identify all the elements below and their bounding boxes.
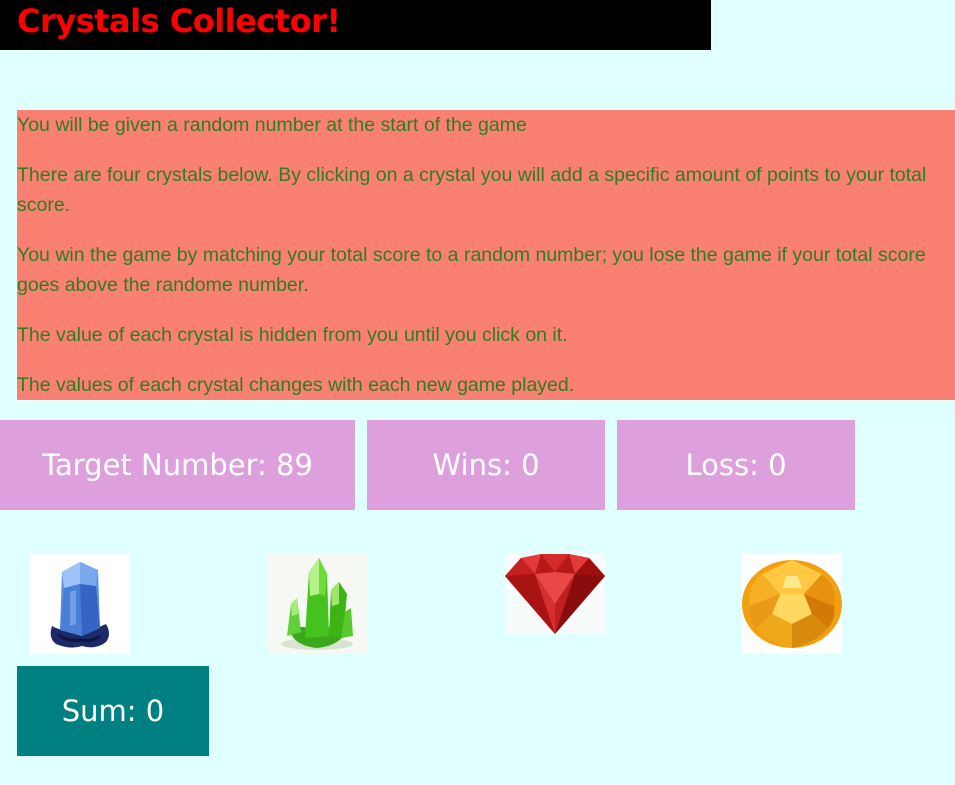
red-gem-button[interactable] (505, 554, 605, 634)
green-crystal-button[interactable] (267, 554, 367, 654)
instructions-panel: You will be given a random number at the… (17, 110, 955, 400)
green-crystal-icon (267, 554, 367, 654)
instruction-text: The values of each crystal changes with … (17, 374, 575, 396)
loss-box: Loss: 0 (617, 420, 855, 510)
instruction-text: You will be given a random number at the… (17, 114, 527, 136)
blue-crystal-icon (30, 554, 130, 654)
yellow-gem-button[interactable] (742, 554, 842, 654)
blue-crystal-button[interactable] (30, 554, 130, 654)
sum-box: Sum: 0 (17, 666, 209, 756)
sum-value: 0 (145, 694, 165, 728)
title-bar: Crystals Collector! (0, 0, 711, 50)
instruction-text: The value of each crystal is hidden from… (17, 324, 568, 346)
instruction-text: There are four crystals below. By clicki… (17, 164, 927, 216)
wins-value: 0 (521, 448, 540, 482)
target-number-box: Target Number: 89 (0, 420, 355, 510)
wins-label: Wins: (432, 448, 512, 482)
page-title: Crystals Collector! (17, 2, 341, 40)
yellow-gem-icon (742, 554, 842, 654)
loss-value: 0 (768, 448, 787, 482)
target-number-label: Target Number: (42, 448, 267, 482)
red-gem-icon (505, 554, 605, 634)
sum-label: Sum: (61, 694, 137, 728)
wins-box: Wins: 0 (367, 420, 605, 510)
loss-label: Loss: (685, 448, 759, 482)
target-number-value: 89 (276, 448, 313, 482)
instruction-text: You win the game by matching your total … (17, 244, 926, 296)
